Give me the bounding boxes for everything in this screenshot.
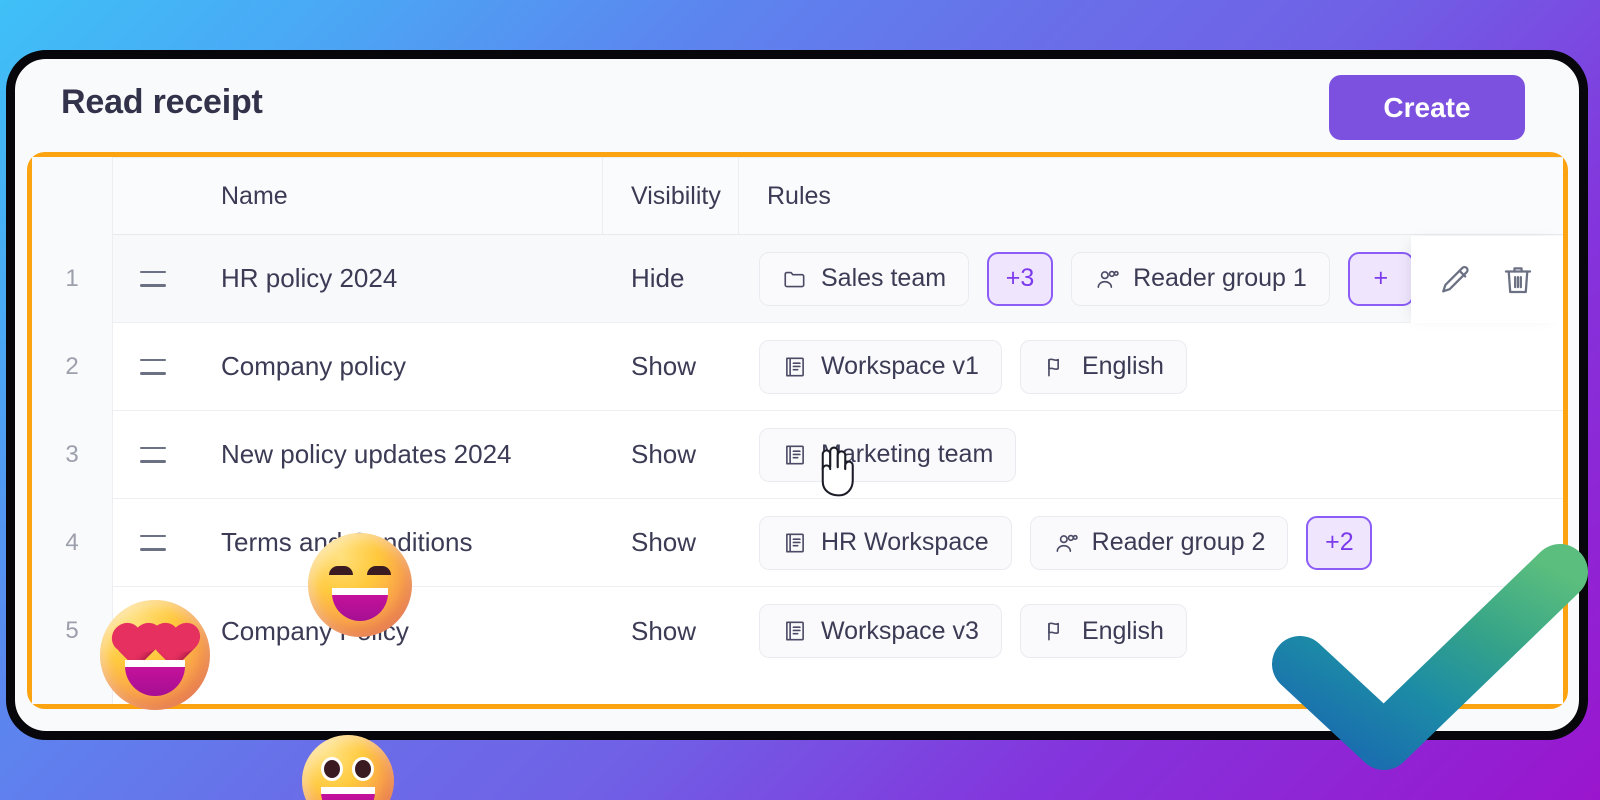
book-icon xyxy=(782,442,808,468)
row-index-gutter: 1 2 3 4 5 xyxy=(32,157,112,704)
row-rules-cell: Marketing team xyxy=(739,411,1563,498)
table-row[interactable]: New policy updates 2024 Show Marketing tea… xyxy=(113,411,1563,499)
rule-chip[interactable]: Reader group 1 xyxy=(1071,251,1330,306)
rule-chip-label: Workspace v3 xyxy=(821,616,979,645)
delete-trash-icon[interactable] xyxy=(1501,263,1535,297)
row-rules-cell: Workspace v1 English xyxy=(739,323,1563,410)
table-header-row: Name Visibility Rules xyxy=(113,157,1563,235)
row-name-cell: Company policy xyxy=(193,323,603,410)
row-name-text: Company policy xyxy=(221,351,406,381)
row-visibility-text: Show xyxy=(631,615,697,646)
people-icon xyxy=(1094,266,1120,292)
row-name-text: New policy updates 2024 xyxy=(221,439,512,469)
rule-chip[interactable]: HR Workspace xyxy=(759,515,1012,570)
flag-icon xyxy=(1043,618,1069,644)
screenshot-stage: Read receipt Create 1 2 3 4 5 Name Visibilit… xyxy=(0,0,1600,800)
create-button[interactable]: Create xyxy=(1329,75,1525,140)
page-header: Read receipt Create xyxy=(15,59,1579,147)
rule-more-badge[interactable]: + xyxy=(1347,251,1414,306)
row-name-cell: Company Policy xyxy=(193,587,603,675)
page-title: Read receipt xyxy=(61,83,263,121)
rule-chip[interactable]: Workspace v1 xyxy=(759,339,1002,394)
rules-table: Name Visibility Rules HR policy 2024 Hide… xyxy=(112,157,1563,704)
folder-icon xyxy=(782,266,808,292)
row-rules-cell: Workspace v3 English xyxy=(739,587,1563,675)
row-index-number: 2 xyxy=(65,353,79,380)
drag-handle-icon[interactable] xyxy=(140,270,166,287)
book-icon xyxy=(782,618,808,644)
rule-chip[interactable]: English xyxy=(1019,604,1187,658)
row-index-number: 5 xyxy=(65,617,79,644)
row-index-number: 4 xyxy=(65,529,79,556)
row-visibility-text: Show xyxy=(631,527,697,557)
table-row[interactable]: HR policy 2024 Hide Sales team +3 Reader gro… xyxy=(113,235,1563,323)
row-index-number: 3 xyxy=(65,441,79,468)
rule-chip-label: Reader group 1 xyxy=(1133,264,1307,292)
grinning-face-big-eyes-emoji xyxy=(302,735,394,800)
column-header-name: Name xyxy=(193,158,603,234)
row-visibility-cell[interactable]: Show xyxy=(603,323,739,410)
drag-handle-icon[interactable] xyxy=(140,623,166,639)
row-visibility-cell[interactable]: Show xyxy=(603,411,739,498)
table-body: HR policy 2024 Hide Sales team +3 Reader gro… xyxy=(113,235,1563,675)
row-name-cell: Terms and Conditions xyxy=(193,499,603,586)
flag-icon xyxy=(1043,354,1069,380)
row-index-number: 1 xyxy=(65,265,79,292)
table-row[interactable]: Terms and Conditions Show HR Workspace Read… xyxy=(113,499,1563,587)
row-rules-cell: HR Workspace Reader group 2 +2 xyxy=(739,499,1563,586)
rule-chip[interactable]: English xyxy=(1019,339,1187,394)
rule-chip-label: HR Workspace xyxy=(821,528,989,556)
people-icon xyxy=(1053,530,1079,556)
drag-handle-icon[interactable] xyxy=(140,534,166,551)
rule-more-badge[interactable]: +3 xyxy=(987,251,1054,306)
row-name-text: HR policy 2024 xyxy=(221,263,398,293)
rule-more-badge[interactable]: +2 xyxy=(1306,515,1373,570)
row-handle-cell xyxy=(113,323,193,410)
row-actions-overlay xyxy=(1411,236,1563,323)
table-row[interactable]: Company policy Show Workspace v1 English xyxy=(113,323,1563,411)
rule-chip-label: English xyxy=(1081,616,1164,645)
rule-chip-label: Reader group 2 xyxy=(1091,528,1266,556)
column-header-visibility: Visibility xyxy=(603,158,739,234)
rule-chip-label: Sales team xyxy=(821,264,947,292)
column-header-rules: Rules xyxy=(767,181,831,210)
row-visibility-text: Show xyxy=(631,439,697,469)
rule-chip-label: Workspace v1 xyxy=(821,352,979,380)
rule-chip[interactable]: Marketing team xyxy=(759,427,1017,482)
rule-chip[interactable]: Sales team xyxy=(759,251,970,306)
row-visibility-cell[interactable]: Show xyxy=(603,499,739,586)
book-icon xyxy=(782,354,808,380)
row-visibility-cell[interactable]: Show xyxy=(603,587,739,675)
table-row[interactable]: Company Policy Show Workspace v3 English xyxy=(113,587,1563,675)
row-handle-cell xyxy=(113,587,193,675)
rule-chip-label: English xyxy=(1081,352,1164,380)
row-handle-cell xyxy=(113,499,193,586)
row-name-text: Terms and Conditions xyxy=(221,527,473,557)
row-visibility-cell[interactable]: Hide xyxy=(603,235,739,322)
rule-chip[interactable]: Reader group 2 xyxy=(1029,515,1289,570)
row-name-cell: New policy updates 2024 xyxy=(193,411,603,498)
highlighted-table-region: 1 2 3 4 5 Name Visibility Rules HR policy 20… xyxy=(27,152,1568,709)
rule-chip[interactable]: Workspace v3 xyxy=(759,604,1002,658)
app-window: Read receipt Create 1 2 3 4 5 Name Visibilit… xyxy=(6,50,1588,740)
drag-handle-icon[interactable] xyxy=(140,358,166,375)
drag-handle-icon[interactable] xyxy=(140,446,166,463)
row-visibility-text: Hide xyxy=(631,263,685,293)
row-handle-cell xyxy=(113,235,193,322)
book-icon xyxy=(782,530,808,556)
row-name-text: Company Policy xyxy=(221,615,409,646)
edit-pencil-icon[interactable] xyxy=(1439,263,1473,297)
row-name-cell: HR policy 2024 xyxy=(193,235,603,322)
column-header-handle xyxy=(113,158,193,234)
row-visibility-text: Show xyxy=(631,351,697,381)
row-handle-cell xyxy=(113,411,193,498)
rule-chip-label: Marketing team xyxy=(821,440,994,468)
